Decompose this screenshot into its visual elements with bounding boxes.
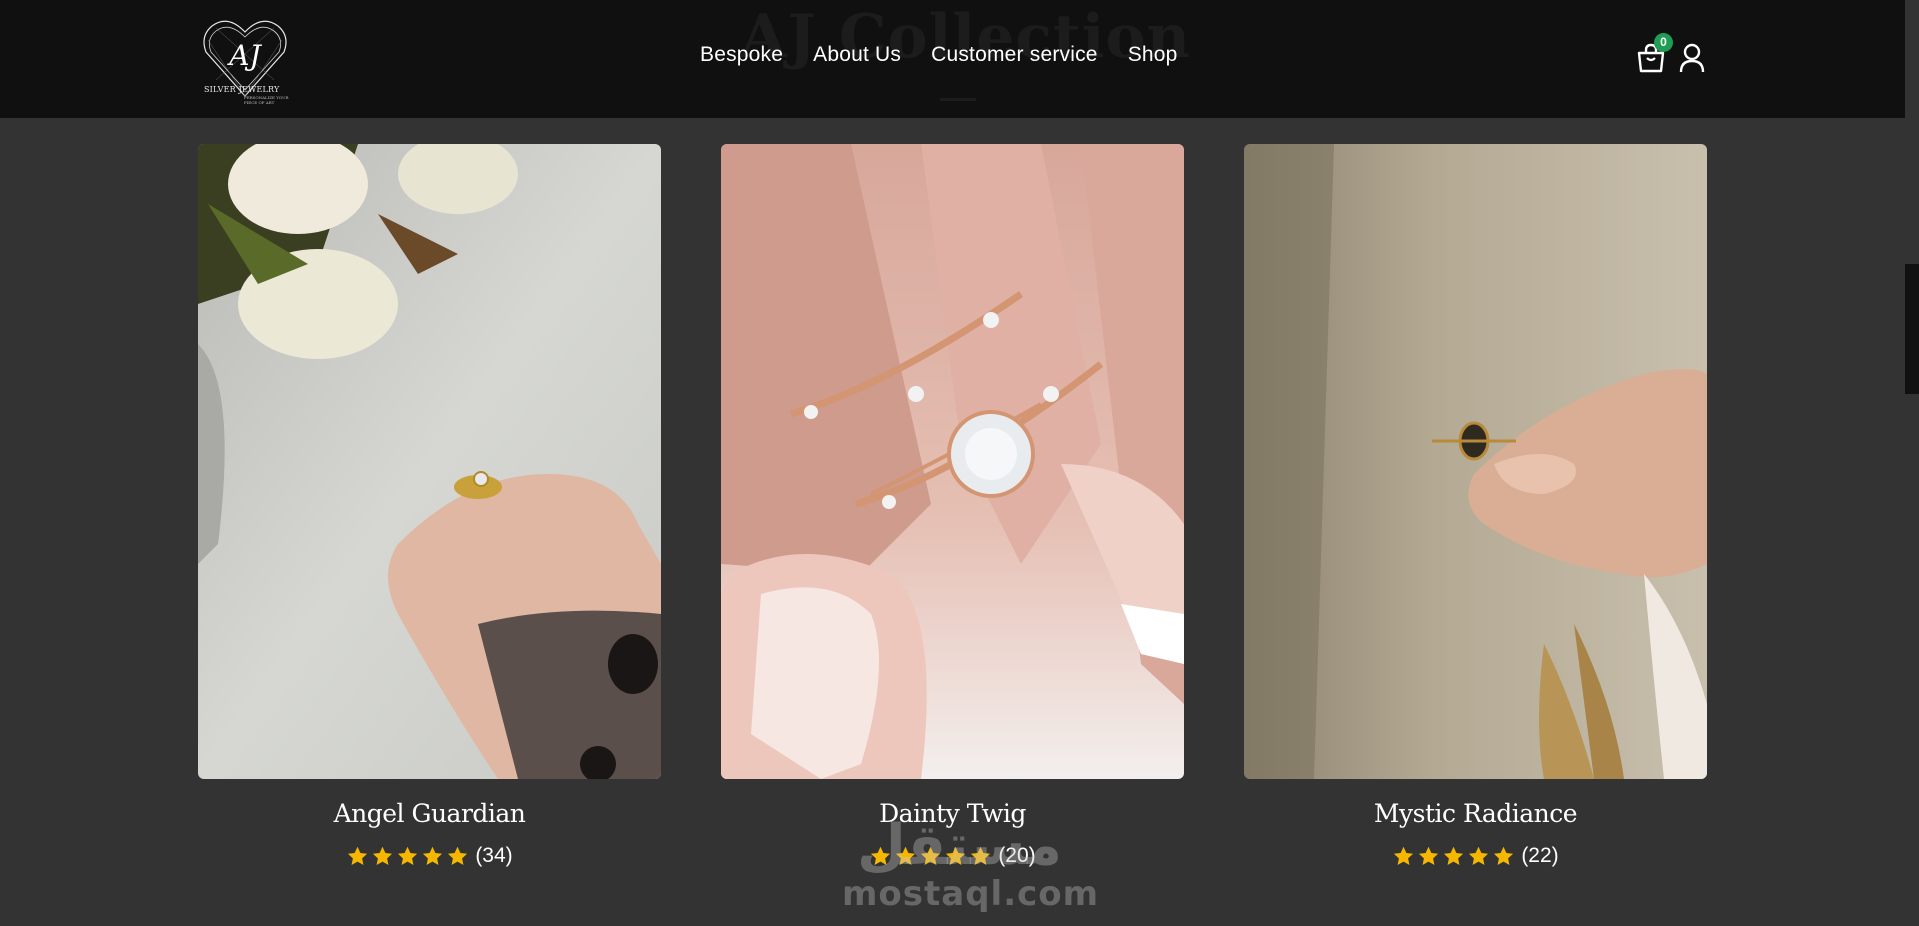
product-image[interactable] xyxy=(1244,144,1707,779)
star-icon xyxy=(896,846,916,865)
star-icon xyxy=(971,846,991,865)
product-photo-dainty-twig xyxy=(721,144,1184,779)
scrollbar-thumb[interactable] xyxy=(1905,264,1919,394)
star-icon xyxy=(398,846,418,865)
star-rating xyxy=(869,845,992,868)
page: AJ Collection AJ SILVER JEWELRY PERSONAL… xyxy=(0,0,1919,926)
logo-tagline: PERSONALIZE YOUR PIECE OF ART xyxy=(244,95,289,105)
star-icon xyxy=(448,846,468,865)
watermark-latin: mostaql.com xyxy=(842,874,1100,914)
cart-count-badge: 0 xyxy=(1654,33,1673,52)
site-header: AJ Collection AJ SILVER JEWELRY PERSONAL… xyxy=(0,0,1905,118)
star-icon xyxy=(348,846,368,865)
product-rating: (22) xyxy=(1244,844,1707,868)
main-nav: Bespoke About Us Customer service Shop xyxy=(700,43,1178,67)
nav-customer-service[interactable]: Customer service xyxy=(931,43,1098,67)
star-icon xyxy=(921,846,941,865)
product-name[interactable]: Mystic Radiance xyxy=(1244,799,1707,828)
review-count: (22) xyxy=(1521,844,1559,867)
svg-text:AJ: AJ xyxy=(226,39,262,72)
star-icon xyxy=(946,846,966,865)
star-icon xyxy=(1494,846,1514,865)
product-photo-angel-guardian xyxy=(198,144,661,779)
product-card[interactable]: Angel Guardian (34) xyxy=(198,144,661,868)
nav-bespoke[interactable]: Bespoke xyxy=(700,43,783,67)
product-rating: (34) xyxy=(198,844,661,868)
nav-about-us[interactable]: About Us xyxy=(813,43,901,67)
logo-brand-line: SILVER JEWELRY xyxy=(204,85,280,94)
star-rating xyxy=(346,845,469,868)
star-icon xyxy=(871,846,891,865)
product-name[interactable]: Angel Guardian xyxy=(198,799,661,828)
user-icon[interactable] xyxy=(1678,42,1706,74)
product-image[interactable] xyxy=(721,144,1184,779)
background-divider xyxy=(940,98,976,101)
star-icon xyxy=(1419,846,1439,865)
product-name[interactable]: Dainty Twig xyxy=(721,799,1184,828)
star-icon xyxy=(423,846,443,865)
review-count: (20) xyxy=(998,844,1036,867)
star-icon xyxy=(373,846,393,865)
star-rating xyxy=(1392,845,1515,868)
product-image[interactable] xyxy=(198,144,661,779)
star-icon xyxy=(1394,846,1414,865)
product-rating: (20) xyxy=(721,844,1184,868)
product-card[interactable]: Mystic Radiance (22) xyxy=(1244,144,1707,868)
review-count: (34) xyxy=(475,844,513,867)
star-icon xyxy=(1469,846,1489,865)
nav-shop[interactable]: Shop xyxy=(1128,43,1178,67)
star-icon xyxy=(1444,846,1464,865)
product-card[interactable]: Dainty Twig (20) xyxy=(721,144,1184,868)
product-photo-mystic-radiance xyxy=(1244,144,1707,779)
